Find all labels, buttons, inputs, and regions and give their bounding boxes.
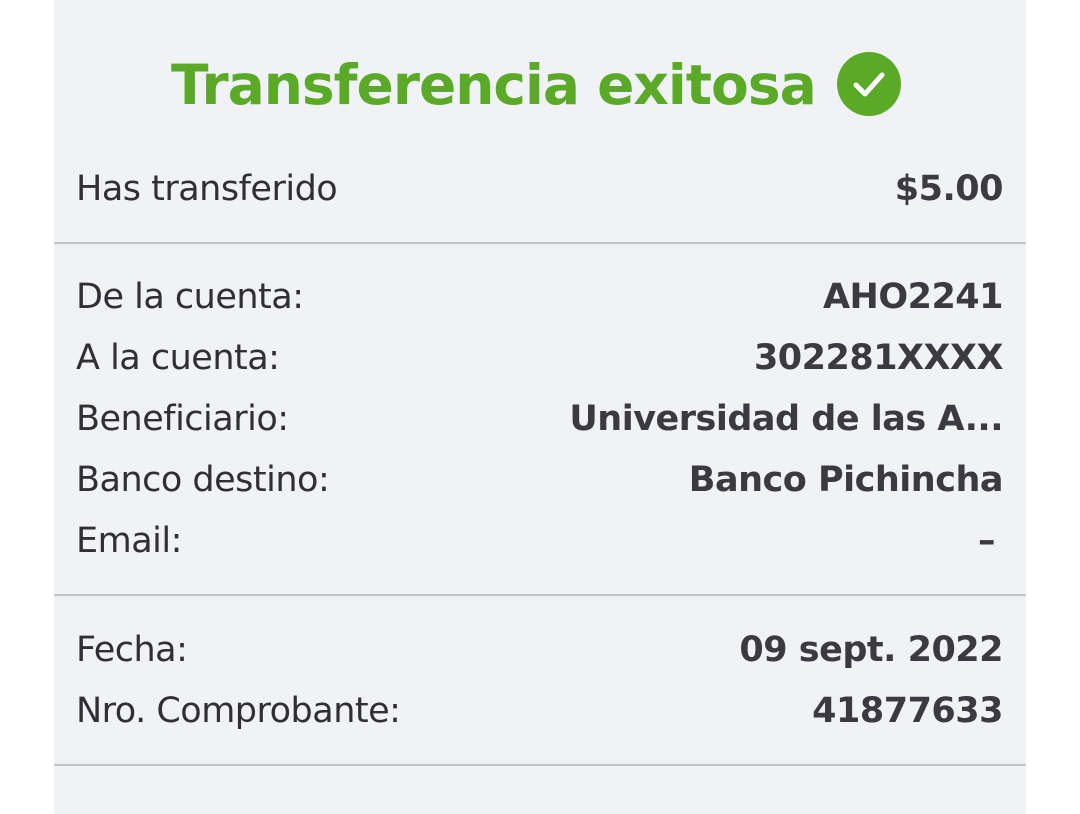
detail-row-email: Email: – — [76, 513, 1003, 569]
success-title: Transferencia exitosa — [171, 53, 817, 117]
detail-value: – — [978, 521, 996, 561]
detail-row-from-account: De la cuenta: AHO2241 — [76, 269, 1004, 325]
detail-label: Nro. Comprobante: — [76, 691, 401, 731]
check-circle-icon — [837, 52, 901, 116]
detail-value: 09 sept. 2022 — [739, 630, 1003, 670]
detail-row-date: Fecha: 09 sept. 2022 — [76, 622, 1003, 678]
detail-value: Banco Pichincha — [688, 460, 1004, 500]
divider — [54, 594, 1026, 596]
detail-row-beneficiary: Beneficiario: Universidad de las A... — [76, 391, 1003, 447]
detail-label: Beneficiario: — [76, 399, 289, 439]
detail-label: De la cuenta: — [76, 277, 304, 317]
detail-label: Email: — [76, 521, 182, 561]
amount-label: Has transferido — [76, 169, 338, 209]
detail-value: Universidad de las A... — [569, 399, 1003, 439]
detail-row-receipt-number: Nro. Comprobante: 41877633 — [76, 683, 1003, 739]
amount-value: $5.00 — [894, 169, 1004, 209]
transfer-receipt-card: Transferencia exitosa Has transferido $5… — [54, 0, 1026, 814]
detail-value: AHO2241 — [822, 277, 1004, 317]
detail-row-destination-bank: Banco destino: Banco Pichincha — [76, 452, 1004, 508]
divider — [54, 764, 1026, 766]
detail-row-to-account: A la cuenta: 302281XXXX — [76, 330, 1004, 386]
detail-value: 302281XXXX — [753, 338, 1004, 378]
detail-label: Banco destino: — [76, 460, 330, 500]
detail-label: Fecha: — [76, 630, 188, 670]
amount-row: Has transferido $5.00 — [76, 161, 1004, 217]
divider — [54, 242, 1026, 244]
detail-value: 41877633 — [812, 691, 1003, 731]
detail-label: A la cuenta: — [76, 338, 280, 378]
success-header: Transferencia exitosa — [54, 40, 1026, 132]
